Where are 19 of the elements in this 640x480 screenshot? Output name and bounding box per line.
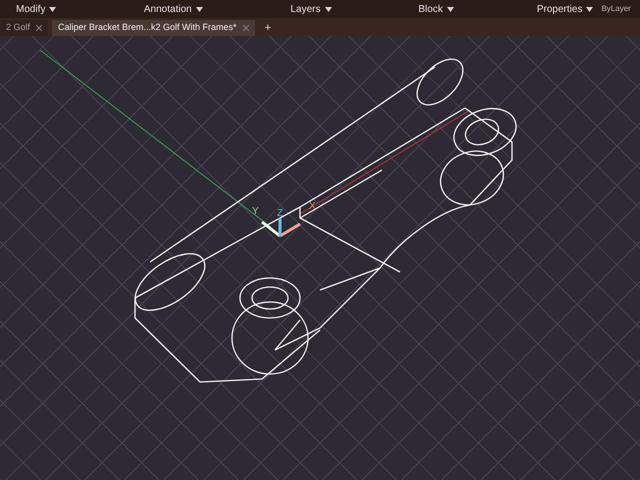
z-axis-label: Z <box>277 208 284 219</box>
caret-icon <box>324 6 332 12</box>
document-tab[interactable]: Caliper Bracket Brem...k2 Golf With Frames* <box>52 20 255 36</box>
caret-icon <box>49 6 56 12</box>
linetype-value: ByLayer <box>601 3 631 15</box>
ribbon-panel-label[interactable]: Block <box>418 2 443 16</box>
caret-icon <box>586 6 594 12</box>
caret-icon <box>196 6 203 12</box>
ucs-icon <box>261 218 301 238</box>
ribbon-panel-label[interactable]: Properties <box>536 2 582 16</box>
close-icon[interactable] <box>242 25 249 31</box>
ribbon-panel-label[interactable]: Annotation <box>144 2 192 16</box>
ribbon-panel-label[interactable]: Modify <box>16 2 46 16</box>
ribbon-panel-label[interactable]: Layers <box>290 2 321 16</box>
document-tab[interactable]: 2 Golf <box>0 20 48 36</box>
close-icon[interactable] <box>36 25 42 31</box>
caret-icon <box>446 6 454 12</box>
new-tab-button[interactable]: + <box>258 20 277 36</box>
y-axis-label: Y <box>252 206 259 217</box>
